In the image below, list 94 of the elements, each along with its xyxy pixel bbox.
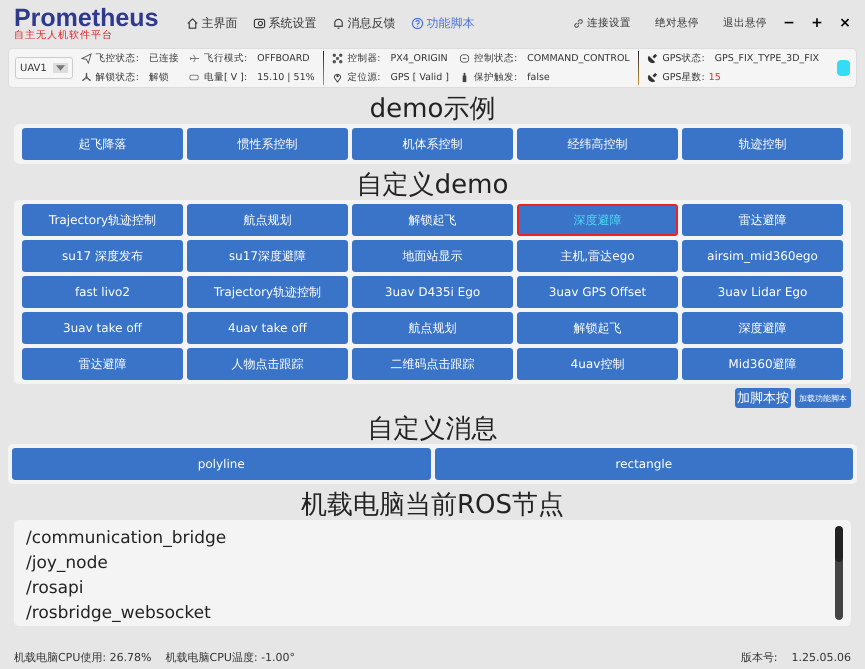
window-control-button[interactable]: − bbox=[777, 15, 801, 31]
status-value: 解锁 bbox=[148, 71, 169, 84]
ros-node-label: /communication_bridge bbox=[26, 527, 226, 550]
script-button[interactable]: 航点规划 bbox=[352, 312, 513, 344]
nav-tab[interactable]: 消息反馈 bbox=[326, 12, 402, 34]
battery-icon bbox=[188, 72, 200, 83]
status-value: 已连接 bbox=[148, 52, 179, 65]
script-button[interactable]: 深度避障 bbox=[517, 204, 678, 236]
script-button[interactable]: Trajectory轨迹控制 bbox=[22, 204, 183, 236]
bell-icon bbox=[332, 16, 346, 30]
script-button[interactable]: 惯性系控制 bbox=[187, 128, 348, 160]
status-label: 电量[ V ]: bbox=[204, 71, 248, 84]
satellite-icon bbox=[647, 53, 658, 64]
ros-node-label: /rosapi bbox=[26, 577, 84, 600]
script-button[interactable]: 二维码点击跟踪 bbox=[352, 348, 513, 380]
drone-icon bbox=[332, 53, 344, 64]
status-indicator bbox=[837, 60, 850, 76]
caret-icon bbox=[56, 65, 65, 71]
uav-dropdown[interactable]: UAV1 bbox=[15, 57, 73, 79]
status-label: GPS星数: bbox=[662, 71, 705, 84]
settings-icon bbox=[253, 16, 266, 30]
paper-plane-icon bbox=[80, 53, 92, 64]
message-button[interactable]: polyline bbox=[12, 448, 430, 480]
script-button[interactable]: 轨迹控制 bbox=[682, 128, 843, 160]
script-button[interactable]: 4uav控制 bbox=[517, 348, 678, 380]
status-label: 定位源: bbox=[347, 71, 380, 84]
version-number: 1.25.05.06 bbox=[792, 650, 851, 664]
script-button[interactable]: 3uav take off bbox=[22, 312, 183, 344]
script-button[interactable]: 雷达避障 bbox=[22, 348, 183, 380]
version-label: 版本号: bbox=[740, 650, 778, 664]
script-button[interactable]: Trajectory轨迹控制 bbox=[187, 276, 348, 308]
message-button[interactable]: rectangle bbox=[434, 448, 853, 480]
status-label: 解锁状态: bbox=[96, 71, 139, 84]
script-button[interactable]: 解锁起飞 bbox=[352, 204, 513, 236]
nav-tab[interactable]: 主界面 bbox=[180, 12, 244, 34]
script-button[interactable]: 航点规划 bbox=[187, 204, 348, 236]
cpu-usage: 机载电脑CPU使用: 26.78% bbox=[14, 650, 152, 664]
toolbar-button[interactable]: 退出悬停 bbox=[717, 14, 773, 32]
ros-node-label: /rosbridge_websocket bbox=[26, 602, 211, 625]
script-button[interactable]: 4uav take off bbox=[187, 312, 348, 344]
airplane-icon bbox=[188, 53, 200, 64]
nav-tab[interactable]: 功能脚本 bbox=[405, 12, 480, 34]
status-value: PX4_ORIGIN bbox=[390, 53, 448, 64]
home-icon bbox=[186, 16, 200, 30]
status-label: GPS状态: bbox=[662, 52, 705, 65]
script-button[interactable]: 地面站显示 bbox=[352, 240, 513, 272]
script-button[interactable]: su17深度避障 bbox=[187, 240, 348, 272]
script-button[interactable]: 雷达避障 bbox=[682, 204, 843, 236]
script-button[interactable]: Mid360避障 bbox=[682, 348, 843, 380]
status-value: 15.10 | 51% bbox=[257, 72, 315, 83]
status-value: GPS [ Valid ] bbox=[390, 72, 449, 83]
script-button[interactable]: 经纬高控制 bbox=[517, 128, 678, 160]
status-label: 控制状态: bbox=[474, 52, 518, 65]
toolbar-button[interactable]: 连接设置 bbox=[566, 14, 637, 32]
satellite-icon bbox=[647, 72, 658, 83]
status-label: 控制器: bbox=[347, 52, 380, 65]
script-button[interactable]: 3uav GPS Offset bbox=[517, 276, 678, 308]
script-button[interactable]: airsim_mid360ego bbox=[682, 240, 843, 272]
link-icon bbox=[572, 16, 585, 30]
window-control-button[interactable]: × bbox=[833, 15, 857, 31]
script-button[interactable]: 深度避障 bbox=[682, 312, 843, 344]
load-script-button[interactable]: 加载功能脚本 bbox=[795, 388, 851, 408]
script-button[interactable]: 3uav D435i Ego bbox=[352, 276, 513, 308]
location-pin-icon bbox=[332, 72, 344, 83]
ros-node-label: /joy_node bbox=[26, 552, 108, 575]
status-value: GPS_FIX_TYPE_3D_FIX bbox=[714, 53, 820, 64]
help-icon bbox=[411, 16, 424, 30]
status-value: OFFBOARD bbox=[257, 53, 310, 64]
script-button[interactable]: 主机,雷达ego bbox=[517, 240, 678, 272]
toolbar-button[interactable]: 绝对悬停 bbox=[649, 14, 705, 32]
section-title: demo示例 bbox=[368, 94, 496, 124]
section-title: 机载电脑当前ROS节点 bbox=[300, 490, 566, 520]
app-logo: Prometheus 自主无人机软件平台 bbox=[14, 6, 158, 40]
script-button[interactable]: 解锁起飞 bbox=[517, 312, 678, 344]
propeller-icon bbox=[80, 72, 92, 83]
window-control-button[interactable]: + bbox=[805, 15, 829, 31]
status-label: 飞控状态: bbox=[96, 52, 139, 65]
section-title: 自定义消息 bbox=[366, 414, 498, 444]
load-script-button[interactable]: 加脚本按 bbox=[735, 388, 791, 408]
status-value: COMMAND_CONTROL bbox=[527, 53, 630, 64]
nav-tab[interactable]: 系统设置 bbox=[247, 12, 322, 34]
status-value: 15 bbox=[708, 72, 721, 83]
script-button[interactable]: 起飞降落 bbox=[22, 128, 183, 160]
script-button[interactable]: 3uav Lidar Ego bbox=[682, 276, 843, 308]
cpu-temperature: 机载电脑CPU温度: -1.00° bbox=[166, 650, 296, 664]
script-button[interactable]: 人物点击跟踪 bbox=[187, 348, 348, 380]
status-label: 保护触发: bbox=[474, 71, 518, 84]
status-label: 飞行模式: bbox=[204, 52, 248, 65]
status-value: false bbox=[527, 72, 550, 83]
script-button[interactable]: su17 深度发布 bbox=[22, 240, 183, 272]
script-button[interactable]: 机体系控制 bbox=[352, 128, 513, 160]
scrollbar[interactable] bbox=[835, 526, 843, 620]
script-button[interactable]: fast livo2 bbox=[22, 276, 183, 308]
section-title: 自定义demo bbox=[356, 170, 510, 200]
